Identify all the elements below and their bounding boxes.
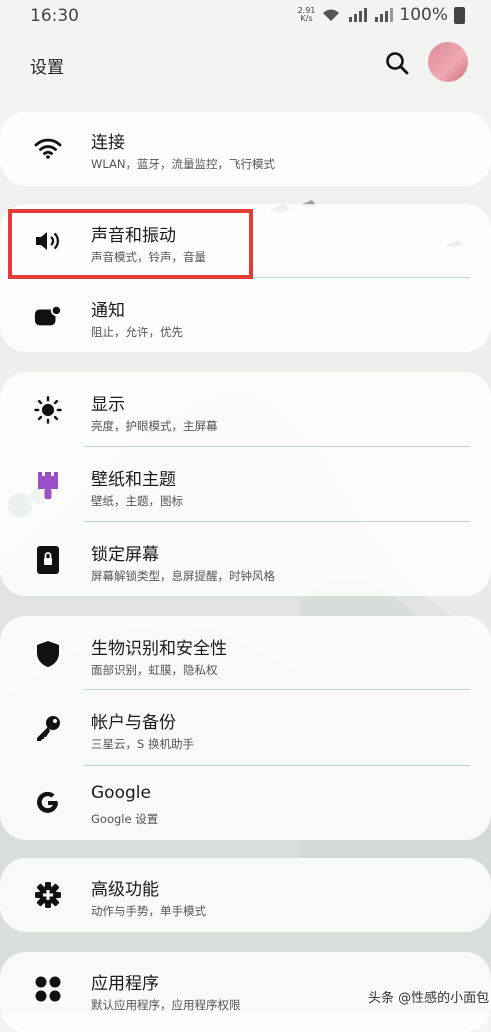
item-subtitle: 阻止，允许，优先 <box>91 325 183 339</box>
settings-card-security: 生物识别和安全性 面部识别，虹膜，隐私权 帐户与备份 三星云，S 换机助手 Go… <box>0 616 491 840</box>
item-title: 锁定屏幕 <box>91 545 159 565</box>
item-subtitle: 面部识别，虹膜，隐私权 <box>91 663 218 677</box>
avatar[interactable] <box>428 42 468 82</box>
settings-item-wallpaper[interactable]: 壁纸和主题 壁纸，主题，图标 <box>0 449 491 521</box>
settings-header: 设置 <box>0 40 491 86</box>
settings-item-biometrics[interactable]: 生物识别和安全性 面部识别，虹膜，隐私权 <box>0 618 491 690</box>
settings-item-display[interactable]: 显示 亮度，护眼模式，主屏幕 <box>0 374 491 446</box>
battery-percent: 100% <box>399 5 448 25</box>
battery-icon <box>454 6 465 24</box>
wifi-icon <box>34 134 62 162</box>
item-subtitle: 壁纸，主题，图标 <box>91 494 183 508</box>
wifi-status-icon <box>323 9 340 21</box>
network-speed: 2.91 K/s <box>298 7 316 23</box>
apps-icon <box>34 975 62 1003</box>
item-title: 通知 <box>91 301 125 321</box>
status-bar: 16:30 2.91 K/s 100% <box>0 0 491 30</box>
lock-icon <box>34 546 62 574</box>
paintbrush-icon <box>34 471 62 499</box>
gear-plus-icon <box>34 881 62 909</box>
item-subtitle: 三星云，S 换机助手 <box>91 737 194 751</box>
search-icon[interactable] <box>384 50 410 76</box>
status-time: 16:30 <box>30 6 79 26</box>
watermark-text: 头条 @性感的小面包 <box>368 991 490 1006</box>
settings-card-advanced: 高级功能 动作与手势，单手模式 <box>0 858 491 932</box>
item-subtitle: 亮度，护眼模式，主屏幕 <box>91 419 218 433</box>
settings-item-accounts[interactable]: 帐户与备份 三星云，S 换机助手 <box>0 692 491 764</box>
notification-icon <box>34 302 62 330</box>
item-title: 应用程序 <box>91 974 159 994</box>
item-subtitle: 屏幕解锁类型，息屏提醒，时钟风格 <box>91 569 275 583</box>
item-title: 显示 <box>91 395 125 415</box>
google-icon <box>34 789 62 817</box>
page-title: 设置 <box>30 58 64 78</box>
signal-4g-icon <box>349 8 368 22</box>
settings-item-google[interactable]: Google Google 设置 <box>0 767 491 839</box>
network-speed-unit: K/s <box>300 14 313 23</box>
settings-card-display: 显示 亮度，护眼模式，主屏幕 壁纸和主题 壁纸，主题，图标 锁定屏幕 屏幕解锁类… <box>0 372 491 596</box>
key-icon <box>34 714 62 742</box>
divider <box>84 521 470 522</box>
status-indicators: 2.91 K/s 100% <box>298 5 465 25</box>
signal-e-icon <box>375 8 394 22</box>
settings-item-notifications[interactable]: 通知 阻止，允许，优先 <box>0 280 491 352</box>
settings-item-connections[interactable]: 连接 WLAN，蓝牙，流量监控，飞行模式 <box>0 112 491 184</box>
item-title: 高级功能 <box>91 880 159 900</box>
item-subtitle: WLAN，蓝牙，流量监控，飞行模式 <box>91 157 276 171</box>
item-subtitle: 默认应用程序，应用程序权限 <box>91 998 241 1012</box>
divider <box>84 765 470 766</box>
divider <box>84 446 470 447</box>
item-title: Google <box>91 783 151 803</box>
item-title: 帐户与备份 <box>91 713 176 733</box>
settings-item-advanced[interactable]: 高级功能 动作与手势，单手模式 <box>0 859 491 931</box>
item-subtitle: Google 设置 <box>91 812 159 826</box>
item-title: 生物识别和安全性 <box>91 639 227 659</box>
item-title: 连接 <box>91 133 125 153</box>
shield-icon <box>34 640 62 668</box>
brightness-icon <box>34 396 62 424</box>
item-subtitle: 动作与手势，单手模式 <box>91 904 206 918</box>
settings-item-lockscreen[interactable]: 锁定屏幕 屏幕解锁类型，息屏提醒，时钟风格 <box>0 524 491 596</box>
divider <box>84 689 470 690</box>
item-title: 壁纸和主题 <box>91 470 176 490</box>
highlight-box <box>8 209 253 279</box>
settings-card-connections: 连接 WLAN，蓝牙，流量监控，飞行模式 <box>0 112 491 186</box>
